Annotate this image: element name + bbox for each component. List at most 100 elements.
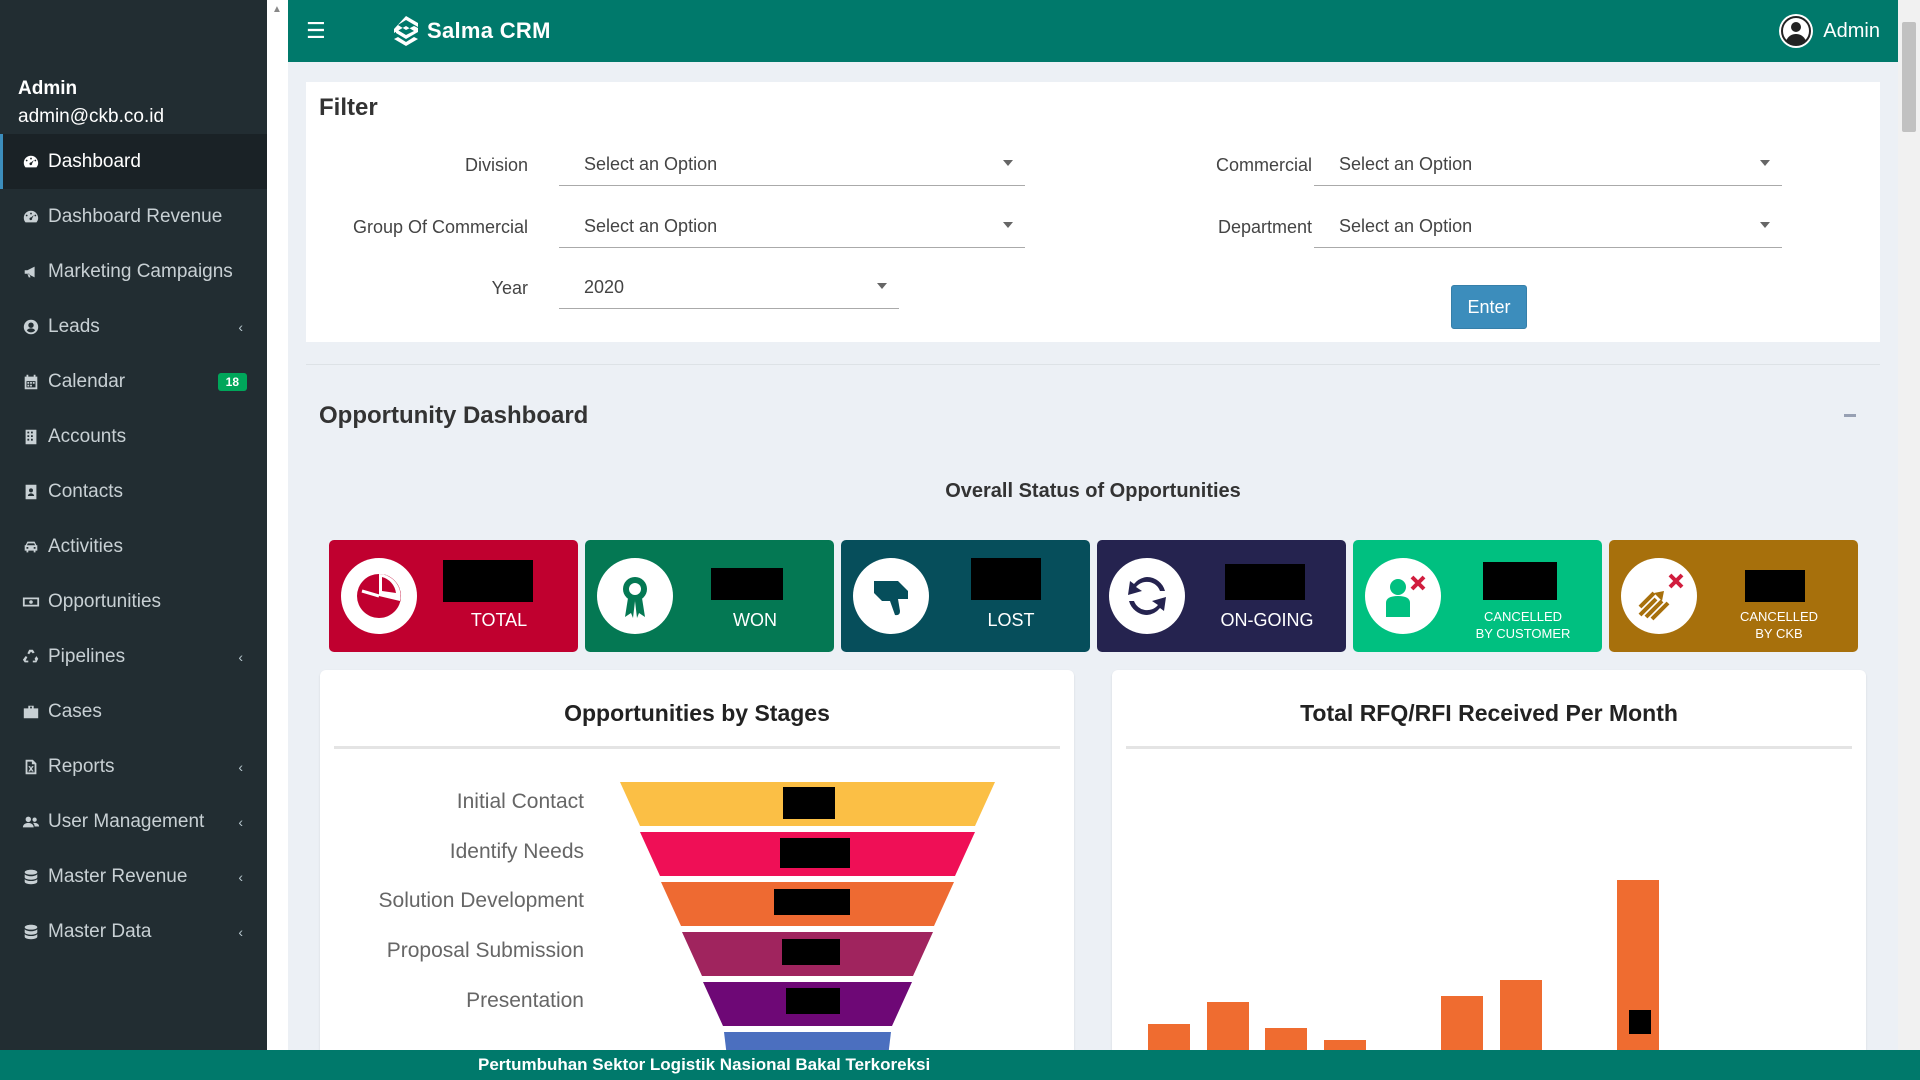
stat-label: WON — [733, 610, 777, 630]
dashboard-icon — [22, 208, 40, 226]
sidebar-item-label: Calendar — [48, 370, 126, 392]
news-ticker: Pertumbuhan Sektor Logistik Nasional Bak… — [0, 1050, 1920, 1080]
car-icon — [22, 538, 40, 556]
sidebar-item-marketing-campaigns[interactable]: Marketing Campaigns — [0, 244, 267, 299]
dropdown-caret-icon — [877, 283, 887, 289]
database-icon — [22, 923, 40, 941]
redacted-count — [1483, 562, 1557, 600]
stat-card-lost[interactable]: LOST — [841, 540, 1090, 652]
stat-card-total[interactable]: TOTAL — [329, 540, 578, 652]
ticker-headline[interactable]: Pertumbuhan Sektor Logistik Nasional Bak… — [478, 1055, 930, 1075]
briefcase-icon — [22, 703, 40, 721]
file-excel-icon — [22, 758, 40, 776]
sidebar-item-label: Dashboard Revenue — [48, 205, 223, 227]
brand-name: Salma CRM — [427, 18, 551, 43]
user-avatar-icon — [1781, 16, 1812, 46]
sidebar-item-label: Dashboard — [48, 150, 141, 172]
rfq-received-per-month-panel: Total RFQ/RFI Received Per Month — [1112, 670, 1866, 1050]
pie-chart-icon — [341, 558, 417, 634]
refresh-icon — [1109, 558, 1185, 634]
sidebar-item-calendar[interactable]: Calendar 18 — [0, 354, 267, 409]
redacted-value — [780, 838, 850, 868]
group-select-value: Select an Option — [584, 216, 718, 236]
redacted-value — [786, 988, 840, 1014]
brand-logo[interactable]: Salma CRM — [393, 15, 551, 47]
stat-card-cancelled-by-ckb[interactable]: CANCELLED BY CKB — [1609, 540, 1858, 652]
dashboard-icon — [22, 153, 40, 171]
section-divider — [306, 364, 1880, 365]
year-select[interactable]: 2020 — [559, 263, 899, 309]
bar-month-2[interactable] — [1207, 1002, 1249, 1050]
chevron-left-icon: ‹ — [238, 758, 243, 775]
stages-funnel-chart — [620, 782, 995, 1050]
sidebar-item-dashboard[interactable]: Dashboard — [0, 134, 267, 189]
scrollbar-thumb[interactable] — [1902, 22, 1916, 132]
chevron-left-icon: ‹ — [238, 868, 243, 885]
sidebar-item-reports[interactable]: Reports ‹ — [0, 739, 267, 794]
division-select[interactable]: Select an Option — [559, 140, 1025, 186]
stat-label-line2: BY CKB — [1755, 626, 1803, 641]
sidebar-item-pipelines[interactable]: Pipelines ‹ — [0, 629, 267, 684]
redacted-count — [1225, 564, 1305, 600]
stat-label: ON-GOING — [1220, 610, 1314, 630]
chevron-left-icon: ‹ — [238, 813, 243, 830]
chevron-left-icon: ‹ — [238, 318, 243, 335]
award-ribbon-icon — [597, 558, 673, 634]
sidebar-item-contacts[interactable]: Contacts — [0, 464, 267, 519]
sidebar-item-cases[interactable]: Cases — [0, 684, 267, 739]
arrows-cancel-icon — [1621, 558, 1697, 634]
stat-label: CANCELLED BY CKB — [1709, 608, 1849, 642]
enter-button[interactable]: Enter — [1451, 285, 1527, 329]
sidebar-item-user-management[interactable]: User Management ‹ — [0, 794, 267, 849]
redacted-value — [782, 939, 840, 965]
stat-card-ongoing[interactable]: ON-GOING — [1097, 540, 1346, 652]
bar-month-4[interactable] — [1324, 1040, 1366, 1050]
sidebar: Admin admin@ckb.co.id Dashboard Dashboar… — [0, 0, 267, 1050]
chevron-left-icon: ‹ — [238, 923, 243, 940]
department-select[interactable]: Select an Option — [1314, 202, 1782, 248]
stage-label: Presentation — [466, 989, 584, 1012]
header-user-name: Admin — [1823, 19, 1880, 42]
commercial-select[interactable]: Select an Option — [1314, 140, 1782, 186]
bar-month-7[interactable] — [1500, 980, 1542, 1050]
bar-month-3[interactable] — [1265, 1028, 1307, 1050]
funnel-stage-negotiation[interactable] — [724, 1032, 891, 1050]
redacted-count — [1745, 570, 1805, 602]
stat-card-cancelled-by-customer[interactable]: CANCELLED BY CUSTOMER — [1353, 540, 1602, 652]
division-label: Division — [464, 155, 528, 175]
rfq-bar-chart — [1148, 880, 1659, 1050]
sidebar-item-activities[interactable]: Activities — [0, 519, 267, 574]
hamburger-menu-icon[interactable]: ☰ — [306, 18, 326, 44]
page-scrollbar[interactable] — [1898, 0, 1920, 1050]
year-select-value: 2020 — [584, 277, 625, 297]
collapse-minus-icon[interactable] — [1844, 414, 1856, 417]
department-select-value: Select an Option — [1339, 216, 1473, 236]
sidebar-item-label: Cases — [48, 700, 102, 722]
bullhorn-icon — [22, 263, 40, 281]
sidebar-item-master-revenue[interactable]: Master Revenue ‹ — [0, 849, 267, 904]
sidebar-item-accounts[interactable]: Accounts — [0, 409, 267, 464]
main-content: Filter Division Select an Option Group O… — [288, 62, 1898, 1050]
overall-status-title: Overall Status of Opportunities — [945, 480, 1241, 502]
bar-month-1[interactable] — [1148, 1024, 1190, 1050]
panel-rule — [334, 746, 1060, 749]
group-of-commercial-select[interactable]: Select an Option — [559, 202, 1025, 248]
header-user-menu[interactable]: Admin — [1779, 14, 1880, 48]
sidebar-item-label: Leads — [48, 315, 100, 337]
stat-card-won[interactable]: WON — [585, 540, 834, 652]
database-icon — [22, 868, 40, 886]
redacted-value — [1629, 1010, 1651, 1034]
sidebar-item-opportunities[interactable]: Opportunities — [0, 574, 267, 629]
sidebar-item-master-data[interactable]: Master Data ‹ — [0, 904, 267, 959]
stage-label: Identify Needs — [449, 840, 584, 863]
bar-month-6[interactable] — [1441, 996, 1483, 1050]
sidebar-item-leads[interactable]: Leads ‹ — [0, 299, 267, 354]
recycle-icon — [22, 648, 40, 666]
division-select-value: Select an Option — [584, 154, 718, 174]
filter-title: Filter — [319, 94, 378, 121]
opportunity-dashboard-title: Opportunity Dashboard — [319, 402, 589, 429]
commercial-select-value: Select an Option — [1339, 154, 1473, 174]
stat-label-line1: CANCELLED — [1739, 609, 1819, 624]
scroll-up-arrow-icon[interactable]: ▲ — [272, 4, 282, 15]
sidebar-item-dashboard-revenue[interactable]: Dashboard Revenue — [0, 189, 267, 244]
